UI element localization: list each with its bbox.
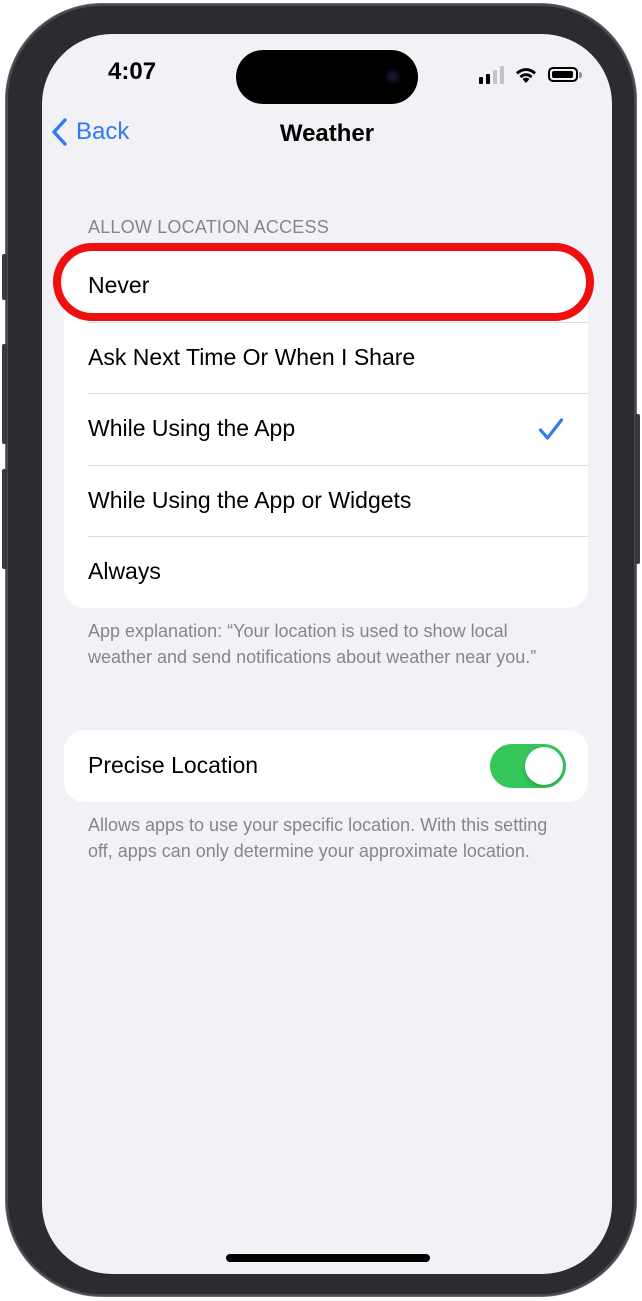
home-indicator[interactable] [226,1254,430,1262]
power-button [635,414,640,564]
precise-location-toggle[interactable] [490,744,566,788]
option-never[interactable]: Never [64,250,588,322]
option-label: While Using the App [88,415,296,442]
option-ask-next-time[interactable]: Ask Next Time Or When I Share [64,321,588,394]
precise-location-description: Allows apps to use your specific locatio… [88,815,548,861]
page-title: Weather [279,120,375,147]
toggle-knob [525,747,563,785]
precise-location-group: Precise Location [64,730,588,802]
section-header: ALLOW LOCATION ACCESS [88,217,329,237]
option-label: Ask Next Time Or When I Share [88,343,416,370]
front-camera [385,69,400,84]
option-always[interactable]: Always [64,536,588,608]
location-options-group: Never Ask Next Time Or When I Share Whil… [64,250,588,608]
checkmark-icon [538,418,564,440]
app-explanation-text: App explanation: “Your location is used … [88,621,537,667]
battery-icon [548,67,582,82]
status-icons [479,62,582,84]
option-while-using-app[interactable]: While Using the App [64,393,588,465]
precise-location-label: Precise Location [88,752,259,779]
option-label: While Using the App or Widgets [88,486,412,513]
volume-down-button [2,469,7,569]
precise-location-row: Precise Location [64,730,588,802]
navigation-bar: Back Weather [42,114,612,158]
wifi-icon [516,68,536,83]
screen: 4:07 Back Weather ALLOW LOCATION ACCESS … [42,34,612,1274]
option-while-using-app-or-widgets[interactable]: While Using the App or Widgets [64,464,588,537]
option-label: Never [88,272,150,299]
volume-up-button [2,344,7,444]
status-time: 4:07 [108,58,157,85]
action-button [2,254,7,300]
dynamic-island [236,50,418,104]
option-label: Always [88,558,161,585]
phone-frame: 4:07 Back Weather ALLOW LOCATION ACCESS … [2,4,640,1296]
signal-icon [479,66,504,84]
